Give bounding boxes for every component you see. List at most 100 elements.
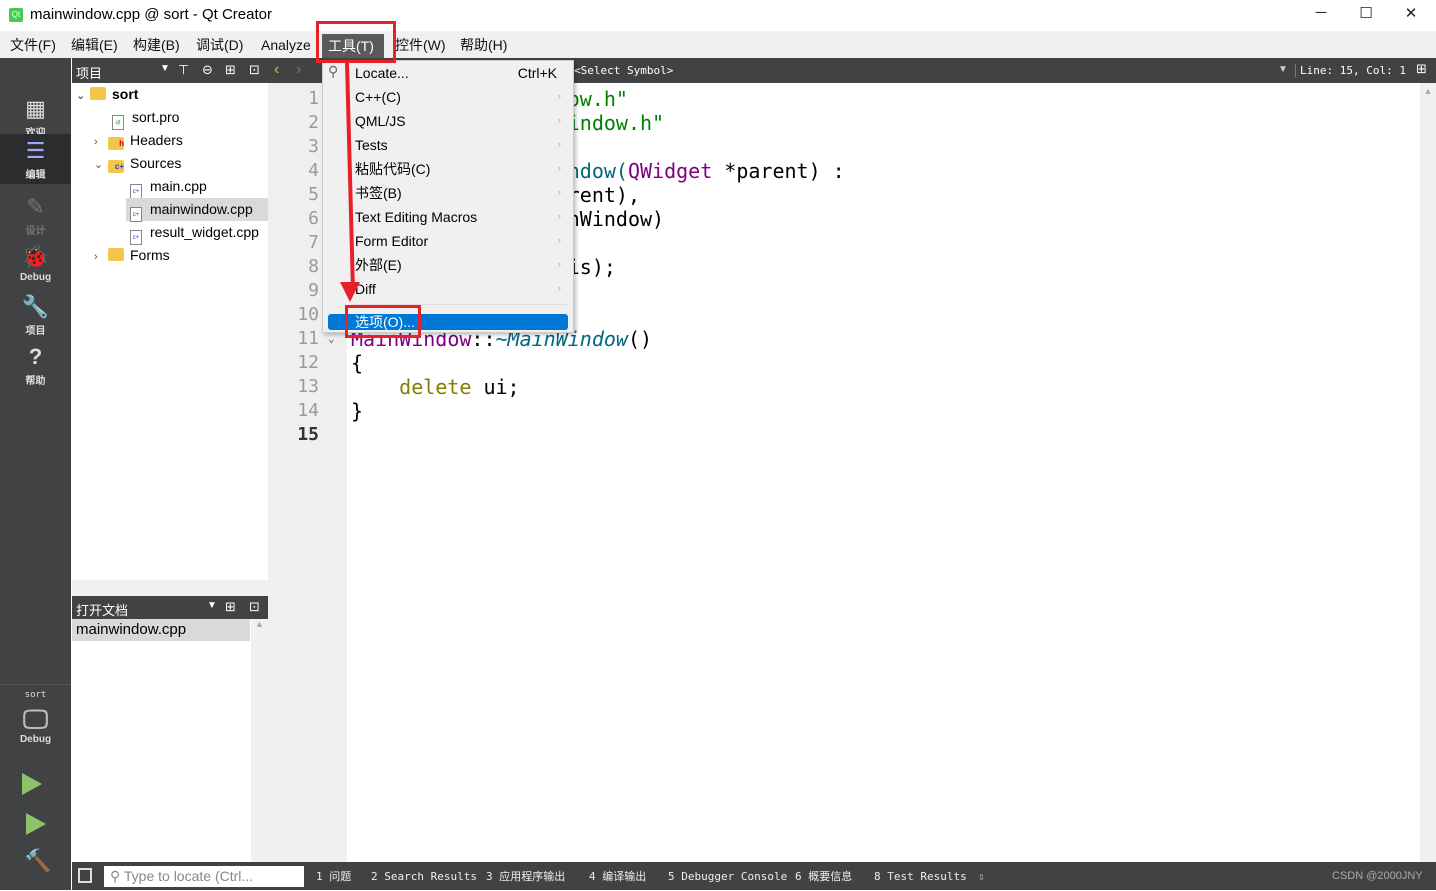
mode-projects[interactable]: 🔧 项目 xyxy=(0,290,71,340)
menu-shortcut: Ctrl+K xyxy=(517,65,557,81)
menu-item-locate-[interactable]: Locate... Ctrl+K xyxy=(323,61,573,85)
code-token: QWidget xyxy=(627,159,713,183)
editor-vertical-scrollbar[interactable]: ▲ xyxy=(1420,83,1436,862)
menu-item--c-[interactable]: 粘贴代码(C) › xyxy=(323,157,573,181)
forward-icon[interactable]: › xyxy=(296,61,301,79)
chevron-down-icon[interactable]: ▼ xyxy=(1278,64,1288,75)
open-docs-title[interactable]: 打开文档 xyxy=(76,600,128,619)
open-documents-header: 打开文档 ▼ ⊞ ⊡ xyxy=(72,596,268,619)
menu-item-form-editor[interactable]: Form Editor › xyxy=(323,229,573,253)
tree-node-result-widget-cpp[interactable]: c+ result_widget.cpp xyxy=(130,221,259,245)
build-hammer-icon[interactable]: 🔨 xyxy=(24,848,51,873)
filter-icon[interactable]: ⊤ xyxy=(178,62,189,78)
menu-item-c++-c-[interactable]: C++(C) › xyxy=(323,85,573,109)
mode-help[interactable]: ? 帮助 xyxy=(0,340,71,390)
tree-node-mainwindow-cpp[interactable]: c+ mainwindow.cpp xyxy=(126,198,268,222)
chevron-down-icon[interactable]: ▼ xyxy=(207,600,217,611)
chevron-right-icon[interactable]: › xyxy=(94,131,108,154)
close-pane-icon[interactable]: ⊡ xyxy=(249,62,260,78)
cpp-file-icon: c+ xyxy=(130,184,142,199)
menu-item--e-[interactable]: 外部(E) › xyxy=(323,253,573,277)
menu-item-label: Form Editor xyxy=(355,233,429,249)
back-icon[interactable]: ‹ xyxy=(274,61,279,79)
kit-config: Debug xyxy=(19,734,52,745)
tab-application-output[interactable]: 3 应用程序输出 xyxy=(486,862,565,891)
submenu-arrow-icon: › xyxy=(557,235,561,246)
project-view-selector[interactable]: 项目 xyxy=(76,63,102,82)
menu-file[interactable]: 文件(F) xyxy=(4,31,62,58)
mode-label: 帮助 xyxy=(25,376,46,387)
maximize-button[interactable]: ☐ xyxy=(1351,4,1381,26)
menu-bar: 文件(F) 编辑(E) 构建(B) 调试(D) Analyze 工具(T) 控件… xyxy=(0,31,1436,58)
code-line[interactable]: delete ui; xyxy=(351,375,519,399)
link-icon[interactable]: ⊖ xyxy=(202,62,213,78)
chevron-right-icon[interactable]: › xyxy=(94,246,108,269)
chevron-down-icon[interactable]: ⌄ xyxy=(76,85,90,108)
tab-test-results[interactable]: 8 Test Results xyxy=(874,862,967,891)
menu-item-tests[interactable]: Tests › xyxy=(323,133,573,157)
kit-project: sort xyxy=(24,690,47,700)
mode-edit[interactable]: ☰ 编辑 xyxy=(0,134,71,184)
tree-node-sort[interactable]: ⌄ sort xyxy=(76,83,138,106)
code-line[interactable]: } xyxy=(351,399,363,423)
tab-debugger-console[interactable]: 5 Debugger Console xyxy=(668,862,787,891)
menu-item-diff[interactable]: Diff › xyxy=(323,277,573,301)
tree-node-sources[interactable]: ⌄ c+ Sources xyxy=(94,152,181,175)
locator-input[interactable]: ⚲ Type to locate (Ctrl... xyxy=(104,866,304,887)
split-icon[interactable]: ⊞ xyxy=(225,599,236,615)
minimize-button[interactable]: ─ xyxy=(1306,4,1336,26)
tab-issues[interactable]: 1 问题 xyxy=(316,862,351,891)
menu-edit[interactable]: 编辑(E) xyxy=(65,31,124,58)
tree-node-sort-pro[interactable]: qt sort.pro xyxy=(112,106,179,130)
menu-debug[interactable]: 调试(D) xyxy=(190,31,249,58)
debug-run-icon[interactable] xyxy=(26,813,46,835)
menu-widgets[interactable]: 控件(W) xyxy=(389,31,452,58)
submenu-arrow-icon: › xyxy=(557,211,561,222)
code-line[interactable]: { xyxy=(351,351,363,375)
menu-item--b-[interactable]: 书签(B) › xyxy=(323,181,573,205)
tree-node-forms[interactable]: › Forms xyxy=(94,244,170,267)
chevron-down-icon[interactable]: ⌄ xyxy=(94,154,108,177)
cursor-position[interactable]: Line: 15, Col: 1 xyxy=(1295,64,1406,77)
pane-splitter[interactable] xyxy=(72,580,268,596)
mode-label: Debug xyxy=(19,272,52,283)
kit-selector[interactable]: sort 🖵 Debug xyxy=(0,688,71,758)
menu-help[interactable]: 帮助(H) xyxy=(454,31,513,58)
menu-analyze[interactable]: Analyze xyxy=(255,31,317,58)
line-number: 3 xyxy=(308,136,319,157)
chevron-down-icon[interactable]: ▼ xyxy=(160,63,170,74)
close-button[interactable]: ✕ xyxy=(1396,4,1426,26)
menu-item-qml-js[interactable]: QML/JS › xyxy=(323,109,573,133)
node-label: main.cpp xyxy=(150,178,207,194)
line-number: 5 xyxy=(308,184,319,205)
submenu-arrow-icon: › xyxy=(557,139,561,150)
node-label: result_widget.cpp xyxy=(150,224,259,240)
line-number: 15 xyxy=(297,424,319,445)
split-icon[interactable]: ⊞ xyxy=(225,62,236,78)
tree-node-main-cpp[interactable]: c+ main.cpp xyxy=(130,175,207,199)
mode-design[interactable]: ✎ 设计 xyxy=(0,190,71,240)
vertical-scrollbar[interactable]: ▲ xyxy=(251,619,268,862)
menu-item-label: 书签(B) xyxy=(355,185,402,201)
run-icon[interactable] xyxy=(22,773,42,795)
menu-item-label: C++(C) xyxy=(355,89,401,105)
help-icon: ? xyxy=(28,344,43,369)
menu-item-text-editing-macros[interactable]: Text Editing Macros › xyxy=(323,205,573,229)
tab-general-messages[interactable]: 6 概要信息 xyxy=(795,862,852,891)
tab-search-results[interactable]: 2 Search Results xyxy=(371,862,477,891)
open-doc-item[interactable]: mainwindow.cpp xyxy=(72,619,250,641)
expand-collapse-icon[interactable]: ⇕ xyxy=(978,862,985,891)
tab-compile-output[interactable]: 4 编译输出 xyxy=(589,862,646,891)
close-pane-icon[interactable]: ⊡ xyxy=(249,599,260,615)
code-token: delete xyxy=(399,375,472,399)
split-icon[interactable]: ⊞ xyxy=(1416,61,1427,77)
tree-node-headers[interactable]: › h Headers xyxy=(94,129,183,152)
symbol-selector[interactable]: <Select Symbol> xyxy=(574,64,673,77)
line-number: 10 xyxy=(297,304,319,325)
sources-folder-icon: c+ xyxy=(108,160,124,173)
menu-build[interactable]: 构建(B) xyxy=(127,31,186,58)
toggle-sidebar-icon[interactable] xyxy=(78,868,92,883)
watermark: CSDN @2000JNY xyxy=(1332,870,1423,882)
locator-placeholder: Type to locate (Ctrl... xyxy=(123,868,254,884)
mode-debug[interactable]: 🐞 Debug xyxy=(0,240,71,290)
